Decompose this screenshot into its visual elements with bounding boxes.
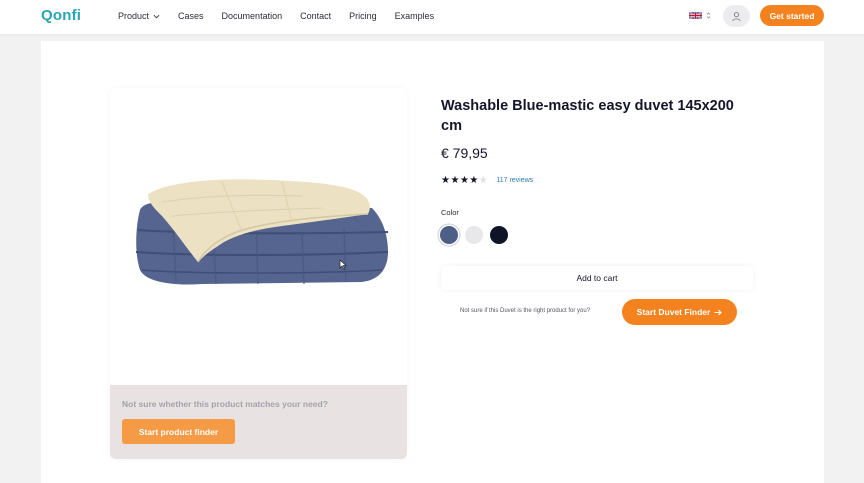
star-empty-icon: ★ [478,175,488,186]
nav-item-contact[interactable]: Contact [300,11,331,21]
start-duvet-finder-button[interactable]: Start Duvet Finder [622,299,737,325]
user-icon [732,11,741,21]
arrow-right-icon [714,309,723,315]
nav-item-product[interactable]: Product [118,11,160,21]
nav-item-label: Product [118,11,150,21]
product-rating: ★ ★ ★ ★ ★ 117 reviews [441,175,533,186]
top-navbar: Qonfi Product Cases Documentation Contac… [0,0,864,34]
main-nav: Product Cases Documentation Contact Pric… [118,11,452,21]
product-title: Washable Blue-mastic easy duvet 145x200 … [441,98,734,134]
star-icon: ★ [441,175,450,186]
add-to-cart-button[interactable]: Add to cart [441,266,753,290]
duvet-finder-prompt: Not sure if this Duvet is the right prod… [460,308,591,314]
duvet-product-image [135,179,389,285]
chevron-down-icon [153,14,160,18]
reviews-link[interactable]: 117 reviews [496,177,533,184]
nav-item-cases[interactable]: Cases [178,11,204,21]
user-account-button[interactable] [723,5,750,27]
star-icon: ★ [459,175,469,186]
color-swatches [440,226,515,244]
product-price: € 79,95 [441,145,488,161]
color-swatch-black[interactable] [490,226,508,244]
star-icon: ★ [469,175,479,186]
color-swatch-blue[interactable] [440,226,458,244]
uk-flag-icon [689,11,702,20]
star-icon: ★ [450,175,460,186]
finder-prompt-text: Not sure whether this product matches yo… [122,399,328,409]
product-finder-panel: Not sure whether this product matches yo… [110,385,407,459]
start-product-finder-button[interactable]: Start product finder [122,419,235,444]
brand-logo[interactable]: Qonfi [41,7,81,24]
sort-arrows-icon [706,12,711,19]
nav-item-documentation[interactable]: Documentation [222,11,283,21]
language-selector[interactable] [689,11,711,20]
product-image-card: Not sure whether this product matches yo… [110,88,407,459]
nav-item-pricing[interactable]: Pricing [349,11,377,21]
color-swatch-white[interactable] [465,226,483,244]
color-label: Color [441,208,459,217]
nav-item-examples[interactable]: Examples [395,11,435,21]
cursor-icon [339,260,347,270]
duvet-finder-label: Start Duvet Finder [636,307,711,317]
get-started-button[interactable]: Get started [760,5,824,26]
